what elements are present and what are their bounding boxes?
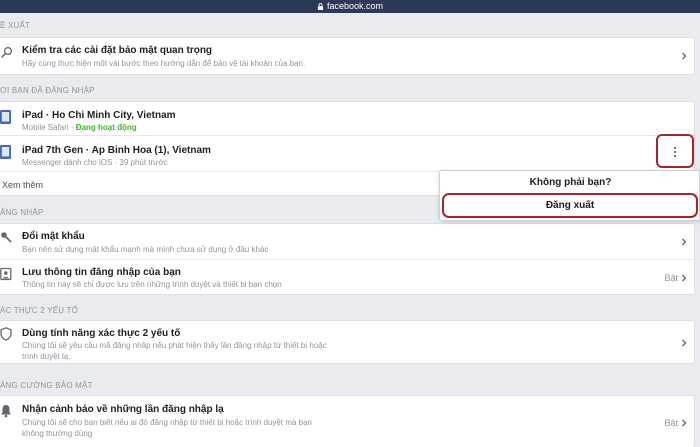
check-security-title: Kiểm tra các cài đặt bảo mật quan trọng: [22, 45, 213, 56]
login-alert-value: Bật: [664, 418, 678, 428]
two-factor-row[interactable]: Dùng tính năng xác thực 2 yếu tố Chúng t…: [0, 321, 694, 363]
two-factor-title: Dùng tính năng xác thực 2 yếu tố: [22, 328, 181, 339]
section-label-logged-in: ƠI BẠN ĐÃ ĐĂNG NHẬP: [0, 86, 95, 95]
card-recommended: Kiểm tra các cài đặt bảo mật quan trọng …: [0, 37, 695, 75]
browser-url: facebook.com: [326, 1, 384, 11]
card-two-factor: Dùng tính năng xác thực 2 yếu tố Chúng t…: [0, 320, 695, 364]
session-status-active: Đang hoạt động: [75, 123, 137, 132]
session-device: iPad 7th Gen · Ap Binh Hoa (1), Vietnam: [22, 145, 211, 156]
session-row[interactable]: iPad · Ho Chi Minh City, Vietnam Mobile …: [0, 102, 694, 136]
session-device: iPad · Ho Chi Minh City, Vietnam: [22, 110, 176, 121]
change-password-row[interactable]: Đổi mật khẩu Bạn nên sử dụng mật khẩu mạ…: [0, 224, 694, 260]
session-client: Mobile Safari · Đang hoạt động: [22, 123, 137, 132]
ipad-icon: [0, 110, 11, 124]
session-client: Messenger dành cho iOS · 39 phút trước: [22, 158, 168, 167]
check-security-subtitle: Hãy cùng thực hiện một vài bước theo hướ…: [22, 59, 306, 68]
login-alert-subtitle: Chúng tôi sẽ cho bạn biết nếu ai đó đăng…: [22, 418, 313, 438]
change-password-subtitle: Bạn nên sử dụng mật khẩu mạnh mà mình ch…: [22, 245, 269, 254]
session-row[interactable]: iPad 7th Gen · Ap Binh Hoa (1), Vietnam …: [0, 136, 694, 172]
key-icon: [1, 232, 12, 243]
session-options-button[interactable]: [656, 134, 694, 168]
save-login-value: Bật: [664, 273, 678, 283]
browser-url-bar[interactable]: facebook.com: [0, 0, 700, 13]
more-vertical-icon: [673, 146, 677, 158]
lock-icon: [317, 3, 324, 10]
shield-icon: [0, 327, 12, 341]
card-extra-security: Nhận cảnh báo về những lần đăng nhập lạ …: [0, 395, 695, 447]
not-you-menu-item[interactable]: Không phải bạn?: [440, 177, 700, 188]
bell-icon: [1, 405, 11, 418]
login-alert-row[interactable]: Nhận cảnh báo về những lần đăng nhập lạ …: [0, 396, 694, 447]
chevron-right-icon: [682, 52, 687, 60]
section-label-login: ĂNG NHẬP: [0, 208, 44, 217]
save-login-icon: [0, 267, 12, 281]
chevron-right-icon: [682, 339, 687, 347]
session-options-menu: Không phải bạn? Đăng xuất: [439, 170, 700, 221]
save-login-title: Lưu thông tin đăng nhập của bạn: [22, 267, 181, 278]
section-label-recommended: Ề XUẤT: [0, 21, 31, 30]
search-icon: [0, 46, 12, 59]
ipad-icon: [0, 145, 11, 159]
login-alert-title: Nhận cảnh báo về những lần đăng nhập lạ: [22, 404, 224, 415]
logout-menu-item[interactable]: Đăng xuất: [442, 193, 698, 218]
save-login-row[interactable]: Lưu thông tin đăng nhập của bạn Thông ti…: [0, 260, 694, 294]
section-label-extra-security: ĂNG CƯỜNG BẢO MẬT: [0, 381, 93, 390]
chevron-right-icon: [682, 419, 687, 427]
save-login-subtitle: Thông tin này sẽ chỉ được lưu trên những…: [22, 280, 282, 289]
see-more-link[interactable]: Xem thêm: [2, 180, 43, 190]
chevron-right-icon: [682, 238, 687, 246]
two-factor-subtitle: Chúng tôi sẽ yêu cầu mã đăng nhập nếu ph…: [22, 341, 327, 361]
section-label-two-factor: ÁC THỰC 2 YẾU TỐ: [0, 306, 79, 315]
change-password-title: Đổi mật khẩu: [22, 231, 85, 242]
chevron-right-icon: [682, 274, 687, 282]
check-security-row[interactable]: Kiểm tra các cài đặt bảo mật quan trọng …: [0, 38, 694, 74]
card-login: Đổi mật khẩu Bạn nên sử dụng mật khẩu mạ…: [0, 223, 695, 295]
